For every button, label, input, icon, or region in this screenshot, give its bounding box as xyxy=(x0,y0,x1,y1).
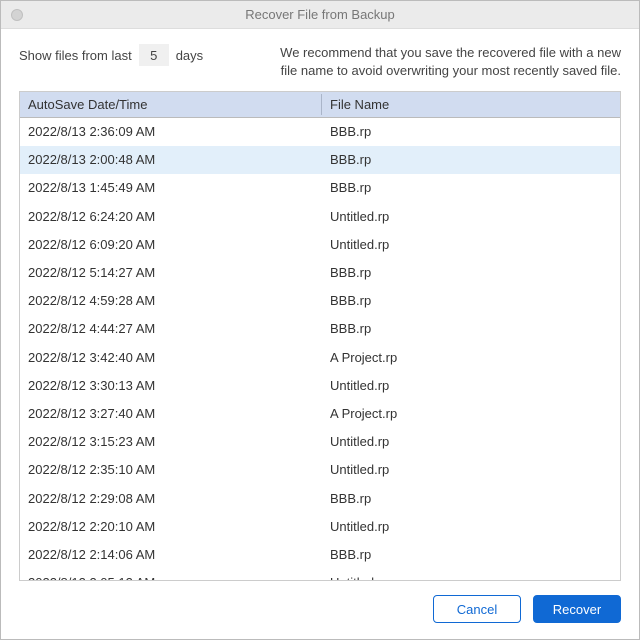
table-row[interactable]: 2022/8/13 1:45:49 AMBBB.rp xyxy=(20,174,620,202)
close-icon[interactable] xyxy=(11,9,23,21)
cell-filename: Untitled.rp xyxy=(322,377,620,395)
table-row[interactable]: 2022/8/12 2:29:08 AMBBB.rp xyxy=(20,485,620,513)
cell-date: 2022/8/12 2:05:12 AM xyxy=(20,574,322,580)
table-row[interactable]: 2022/8/12 6:09:20 AMUntitled.rp xyxy=(20,231,620,259)
cell-date: 2022/8/12 6:24:20 AM xyxy=(20,208,322,226)
cell-date: 2022/8/12 2:35:10 AM xyxy=(20,461,322,479)
cell-filename: BBB.rp xyxy=(322,292,620,310)
recover-file-window: Recover File from Backup Show files from… xyxy=(0,0,640,640)
cell-filename: Untitled.rp xyxy=(322,208,620,226)
cell-date: 2022/8/12 3:15:23 AM xyxy=(20,433,322,451)
cell-date: 2022/8/12 2:20:10 AM xyxy=(20,518,322,536)
cell-filename: Untitled.rp xyxy=(322,433,620,451)
cell-filename: BBB.rp xyxy=(322,546,620,564)
cell-date: 2022/8/12 3:27:40 AM xyxy=(20,405,322,423)
table-row[interactable]: 2022/8/13 2:36:09 AMBBB.rp xyxy=(20,118,620,146)
cell-filename: Untitled.rp xyxy=(322,236,620,254)
table-row[interactable]: 2022/8/12 4:59:28 AMBBB.rp xyxy=(20,287,620,315)
show-files-suffix: days xyxy=(176,48,203,63)
table-row[interactable]: 2022/8/12 2:20:10 AMUntitled.rp xyxy=(20,513,620,541)
cell-filename: Untitled.rp xyxy=(322,461,620,479)
cell-filename: Untitled.rp xyxy=(322,574,620,580)
recommend-text: We recommend that you save the recovered… xyxy=(276,44,621,79)
cancel-button[interactable]: Cancel xyxy=(433,595,521,623)
cell-date: 2022/8/13 2:00:48 AM xyxy=(20,151,322,169)
cell-filename: BBB.rp xyxy=(322,320,620,338)
cell-filename: BBB.rp xyxy=(322,123,620,141)
col-header-date[interactable]: AutoSave Date/Time xyxy=(20,92,322,117)
table-row[interactable]: 2022/8/12 2:35:10 AMUntitled.rp xyxy=(20,456,620,484)
window-title: Recover File from Backup xyxy=(1,7,639,22)
table-row[interactable]: 2022/8/12 3:42:40 AMA Project.rp xyxy=(20,344,620,372)
cell-date: 2022/8/12 5:14:27 AM xyxy=(20,264,322,282)
cell-date: 2022/8/12 6:09:20 AM xyxy=(20,236,322,254)
cell-filename: BBB.rp xyxy=(322,264,620,282)
cell-date: 2022/8/12 4:59:28 AM xyxy=(20,292,322,310)
cell-filename: A Project.rp xyxy=(322,349,620,367)
recover-button[interactable]: Recover xyxy=(533,595,621,623)
cell-date: 2022/8/12 2:14:06 AM xyxy=(20,546,322,564)
cell-date: 2022/8/12 2:29:08 AM xyxy=(20,490,322,508)
footer: Cancel Recover xyxy=(1,581,639,639)
show-files-prefix: Show files from last xyxy=(19,48,132,63)
table-row[interactable]: 2022/8/12 6:24:20 AMUntitled.rp xyxy=(20,203,620,231)
cell-filename: BBB.rp xyxy=(322,490,620,508)
table-row[interactable]: 2022/8/12 3:15:23 AMUntitled.rp xyxy=(20,428,620,456)
cell-filename: BBB.rp xyxy=(322,179,620,197)
cell-date: 2022/8/13 2:36:09 AM xyxy=(20,123,322,141)
cell-date: 2022/8/13 1:45:49 AM xyxy=(20,179,322,197)
cell-filename: BBB.rp xyxy=(322,151,620,169)
table-row[interactable]: 2022/8/12 3:27:40 AMA Project.rp xyxy=(20,400,620,428)
cell-date: 2022/8/12 4:44:27 AM xyxy=(20,320,322,338)
table-row[interactable]: 2022/8/12 3:30:13 AMUntitled.rp xyxy=(20,372,620,400)
table-row[interactable]: 2022/8/12 4:44:27 AMBBB.rp xyxy=(20,315,620,343)
show-files-filter: Show files from last days xyxy=(19,44,203,66)
table-row[interactable]: 2022/8/12 5:14:27 AMBBB.rp xyxy=(20,259,620,287)
cell-date: 2022/8/12 3:30:13 AM xyxy=(20,377,322,395)
table-header: AutoSave Date/Time File Name xyxy=(20,92,620,118)
backup-table: AutoSave Date/Time File Name 2022/8/13 2… xyxy=(19,91,621,581)
controls-row: Show files from last days We recommend t… xyxy=(1,29,639,91)
days-input[interactable] xyxy=(139,44,169,66)
cell-filename: Untitled.rp xyxy=(322,518,620,536)
table-body: 2022/8/13 2:36:09 AMBBB.rp2022/8/13 2:00… xyxy=(20,118,620,580)
col-header-filename[interactable]: File Name xyxy=(322,92,620,117)
cell-date: 2022/8/12 3:42:40 AM xyxy=(20,349,322,367)
table-row[interactable]: 2022/8/12 2:05:12 AMUntitled.rp xyxy=(20,569,620,580)
table-row[interactable]: 2022/8/13 2:00:48 AMBBB.rp xyxy=(20,146,620,174)
table-row[interactable]: 2022/8/12 2:14:06 AMBBB.rp xyxy=(20,541,620,569)
cell-filename: A Project.rp xyxy=(322,405,620,423)
titlebar: Recover File from Backup xyxy=(1,1,639,29)
